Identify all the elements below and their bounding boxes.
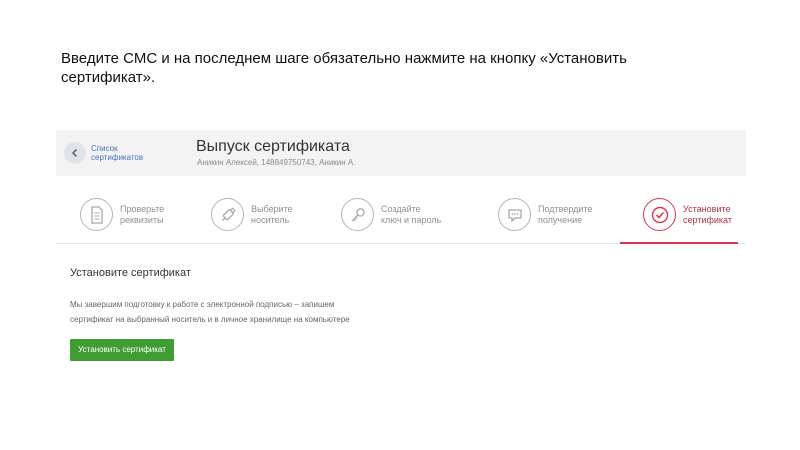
instruction-text: Введите СМС и на последнем шаге обязател… (61, 49, 751, 87)
description-line-2: сертификат на выбранный носитель и в лич… (70, 315, 350, 324)
install-certificate-button[interactable]: Установить сертификат (70, 339, 174, 361)
step-label-line-2: получение (538, 215, 583, 225)
back-link-line-1: Список (91, 144, 118, 153)
message-icon (498, 198, 531, 231)
usb-token-icon (211, 198, 244, 231)
step-label-line-2: сертификат (683, 215, 732, 225)
step-label-line-1: Установите (683, 204, 731, 214)
active-step-underline (620, 242, 738, 244)
description-line-1: Мы завершим подготовку к работе с электр… (70, 300, 335, 309)
document-icon (80, 198, 113, 231)
wizard-steps: Проверьте реквизиты Выберите носитель Со… (56, 186, 746, 244)
page-title: Выпуск сертификата (196, 138, 350, 155)
step-label: Подтвердите получение (538, 204, 628, 226)
check-icon (643, 198, 676, 231)
step-label-line-2: носитель (251, 215, 290, 225)
instruction-line-1: Введите СМС и на последнем шаге обязател… (61, 50, 627, 67)
back-to-certificate-list-link[interactable]: Список сертификатов (91, 144, 161, 162)
page-header: Список сертификатов Выпуск сертификата А… (56, 130, 746, 176)
step-label-line-1: Создайте (381, 204, 421, 214)
step-label-line-1: Проверьте (120, 204, 165, 214)
step-label: Создайте ключ и пароль (381, 204, 471, 226)
back-button[interactable] (64, 142, 86, 164)
back-link-line-2: сертификатов (91, 153, 144, 162)
section-title: Установите сертификат (70, 267, 191, 279)
step-label-line-1: Выберите (251, 204, 293, 214)
key-icon (341, 198, 374, 231)
section-description: Мы завершим подготовку к работе с электр… (70, 297, 430, 327)
step-label: Установите сертификат (683, 204, 773, 226)
step-label-line-1: Подтвердите (538, 204, 593, 214)
step-label: Проверьте реквизиты (120, 204, 210, 226)
step-label-line-2: ключ и пароль (381, 215, 442, 225)
page-subtitle: Аникин Алексей, 148849750743, Аникин А. (197, 158, 356, 167)
instruction-line-2: сертификат». (61, 69, 156, 86)
chevron-left-icon (71, 148, 78, 158)
step-label: Выберите носитель (251, 204, 341, 226)
certificate-wizard-screenshot: Список сертификатов Выпуск сертификата А… (56, 130, 746, 430)
step-label-line-2: реквизиты (120, 215, 164, 225)
